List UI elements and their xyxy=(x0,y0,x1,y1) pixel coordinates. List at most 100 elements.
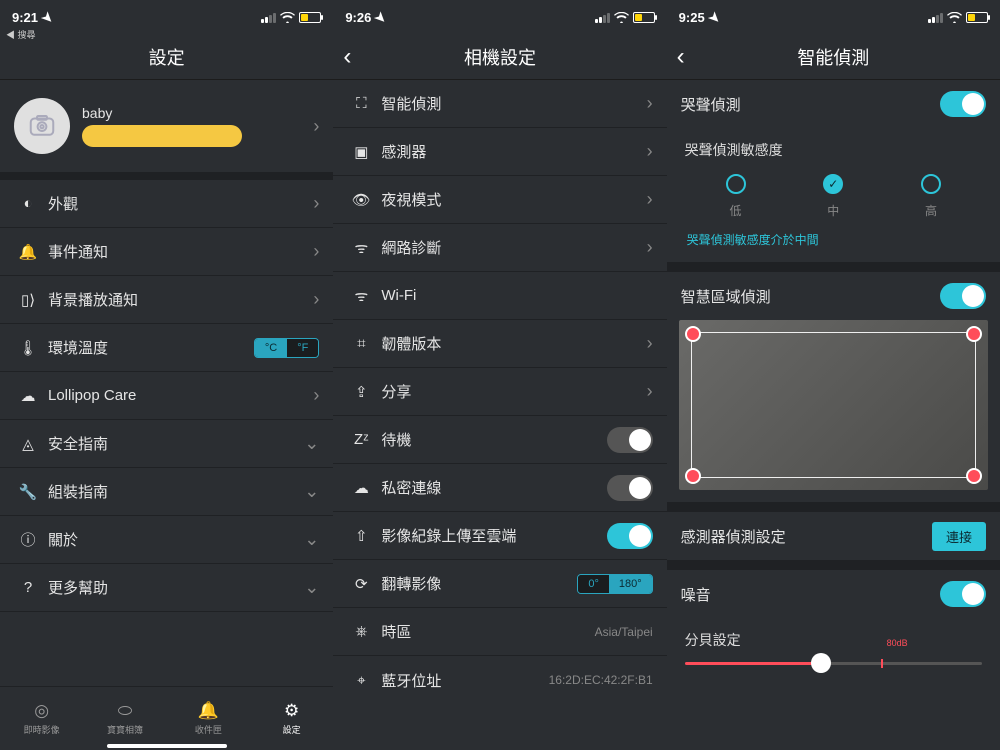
connect-button[interactable]: 連接 xyxy=(932,522,986,551)
row-events[interactable]: 🔔事件通知› xyxy=(0,228,333,276)
row-care[interactable]: ☁Lollipop Care› xyxy=(0,372,333,420)
status-time: 9:26 xyxy=(345,10,371,25)
eye-icon: 👁 xyxy=(347,191,375,209)
bluetooth-icon: ⌖ xyxy=(347,672,375,689)
temp-segment[interactable]: °C°F xyxy=(254,338,319,358)
chevron-right-icon: › xyxy=(647,333,653,354)
navbar: ‹ 相機設定 xyxy=(333,35,666,79)
tab-album[interactable]: ⬭寶寶相簿 xyxy=(83,701,166,736)
chevron-right-icon: › xyxy=(313,385,319,406)
row-about[interactable]: ⓘ關於⌄ xyxy=(0,516,333,564)
row-wifi[interactable]: ᯤWi-Fi xyxy=(333,272,666,320)
row-appearance[interactable]: ◐外觀› xyxy=(0,180,333,228)
zone-handle-bl[interactable] xyxy=(685,468,701,484)
navbar: 設定 xyxy=(0,35,333,79)
row-smart-detection[interactable]: ⛶智能偵測› xyxy=(333,80,666,128)
row-timezone[interactable]: ⎈時區Asia/Taipei xyxy=(333,608,666,656)
live-icon: ◎ xyxy=(34,701,49,721)
battery-icon xyxy=(299,12,321,23)
chevron-right-icon: › xyxy=(313,193,319,214)
privacy-toggle[interactable] xyxy=(607,475,653,501)
sensitivity-radios: 低 ✓中 高 xyxy=(667,164,1000,225)
row-privacy[interactable]: ☁私密連線 xyxy=(333,464,666,512)
thermometer-icon: 🌡 xyxy=(14,339,42,357)
row-background[interactable]: ▯⟩背景播放通知› xyxy=(0,276,333,324)
help-icon: ? xyxy=(14,579,42,596)
navbar: ‹ 智能偵測 xyxy=(667,35,1000,79)
zone-handle-tr[interactable] xyxy=(966,326,982,342)
noise-toggle[interactable] xyxy=(940,581,986,607)
page-title: 相機設定 xyxy=(464,44,536,70)
status-bar: 9:21➤ xyxy=(0,0,333,35)
row-night-vision[interactable]: 👁夜視模式› xyxy=(333,176,666,224)
settings-pane: 9:21➤ ◀ 搜尋 設定 baby › ◐外觀› 🔔事件通知› ▯⟩背景播放通… xyxy=(0,0,333,750)
chevron-right-icon: › xyxy=(313,116,319,137)
rotate-icon: ⟳ xyxy=(347,575,375,593)
row-network-diag[interactable]: ᯤ網路診斷› xyxy=(333,224,666,272)
chevron-down-icon: ⌄ xyxy=(304,433,319,454)
detect-icon: ⛶ xyxy=(347,95,375,112)
chevron-right-icon: › xyxy=(313,289,319,310)
cry-toggle[interactable] xyxy=(940,91,986,117)
slider-thumb[interactable] xyxy=(811,653,831,673)
location-icon: ➤ xyxy=(371,8,390,27)
row-sensors[interactable]: ▣感測器› xyxy=(333,128,666,176)
cloud-icon: ☁ xyxy=(14,387,42,405)
bell-icon: 🔔 xyxy=(14,243,42,261)
row-cloud-upload[interactable]: ⇧影像紀錄上傳至雲端 xyxy=(333,512,666,560)
row-rotate[interactable]: ⟳翻轉影像 0°180° xyxy=(333,560,666,608)
cone-icon: ◬ xyxy=(14,435,42,453)
status-bar: 9:26➤ xyxy=(333,0,666,35)
radio-mid[interactable]: ✓中 xyxy=(823,174,843,219)
status-time: 9:21 xyxy=(12,10,38,25)
map-icon: ⎈ xyxy=(347,623,375,640)
smart-detection-pane: 9:25➤ ‹ 智能偵測 哭聲偵測 哭聲偵測敏感度 低 ✓中 高 哭聲偵測敏感度… xyxy=(667,0,1000,750)
radio-high[interactable]: 高 xyxy=(921,174,941,219)
row-bluetooth[interactable]: ⌖藍牙位址16:2D:EC:42:2F:B1 xyxy=(333,656,666,704)
phone-icon: ▯⟩ xyxy=(14,291,42,309)
cloud-toggle[interactable] xyxy=(607,523,653,549)
row-zone-detection: 智慧區域偵測 xyxy=(667,272,1000,320)
profile-row[interactable]: baby › xyxy=(0,80,333,180)
row-share[interactable]: ⇪分享› xyxy=(333,368,666,416)
status-time: 9:25 xyxy=(679,10,705,25)
signal-icon xyxy=(595,13,610,23)
camera-settings-pane: 9:26➤ ‹ 相機設定 ⛶智能偵測› ▣感測器› 👁夜視模式› ᯤ網路診斷› … xyxy=(333,0,666,750)
sensitivity-hint: 哭聲偵測敏感度介於中間 xyxy=(667,225,1000,262)
tab-settings[interactable]: ⚙設定 xyxy=(250,701,333,736)
profile-redacted xyxy=(82,125,242,147)
zone-handle-tl[interactable] xyxy=(685,326,701,342)
home-indicator[interactable] xyxy=(107,744,227,748)
location-icon: ➤ xyxy=(705,8,724,27)
row-firmware[interactable]: ⌗韌體版本› xyxy=(333,320,666,368)
tab-live[interactable]: ◎即時影像 xyxy=(0,701,83,736)
tab-inbox[interactable]: 🔔收件匣 xyxy=(167,701,250,736)
profile-name: baby xyxy=(82,105,301,121)
standby-toggle[interactable] xyxy=(607,427,653,453)
detection-zone-editor[interactable] xyxy=(679,320,988,490)
wifi-icon xyxy=(280,12,295,23)
radio-low[interactable]: 低 xyxy=(726,174,746,219)
chevron-down-icon: ⌄ xyxy=(304,481,319,502)
zone-handle-br[interactable] xyxy=(966,468,982,484)
row-help[interactable]: ?更多幫助⌄ xyxy=(0,564,333,612)
signal-icon xyxy=(928,13,943,23)
status-bar: 9:25➤ xyxy=(667,0,1000,35)
row-setup[interactable]: 🔧組裝指南⌄ xyxy=(0,468,333,516)
chevron-right-icon: › xyxy=(647,237,653,258)
row-safety[interactable]: ◬安全指南⌄ xyxy=(0,420,333,468)
zone-toggle[interactable] xyxy=(940,283,986,309)
row-cry-detection: 哭聲偵測 xyxy=(667,80,1000,128)
gear-icon: ⚙ xyxy=(284,701,299,721)
back-button[interactable]: ‹ xyxy=(343,43,351,71)
db-slider[interactable]: 80dB xyxy=(667,654,1000,681)
tabbar: ◎即時影像 ⬭寶寶相簿 🔔收件匣 ⚙設定 xyxy=(0,686,333,750)
wifi-icon xyxy=(614,12,629,23)
page-title: 設定 xyxy=(149,44,185,70)
rotation-segment[interactable]: 0°180° xyxy=(577,574,652,594)
row-standby[interactable]: Zᶻ待機 xyxy=(333,416,666,464)
back-button[interactable]: ‹ xyxy=(677,43,685,71)
info-icon: ⓘ xyxy=(14,529,42,550)
row-sensor-settings: 感測器偵測設定連接 xyxy=(667,512,1000,560)
row-temperature[interactable]: 🌡環境溫度 °C°F xyxy=(0,324,333,372)
